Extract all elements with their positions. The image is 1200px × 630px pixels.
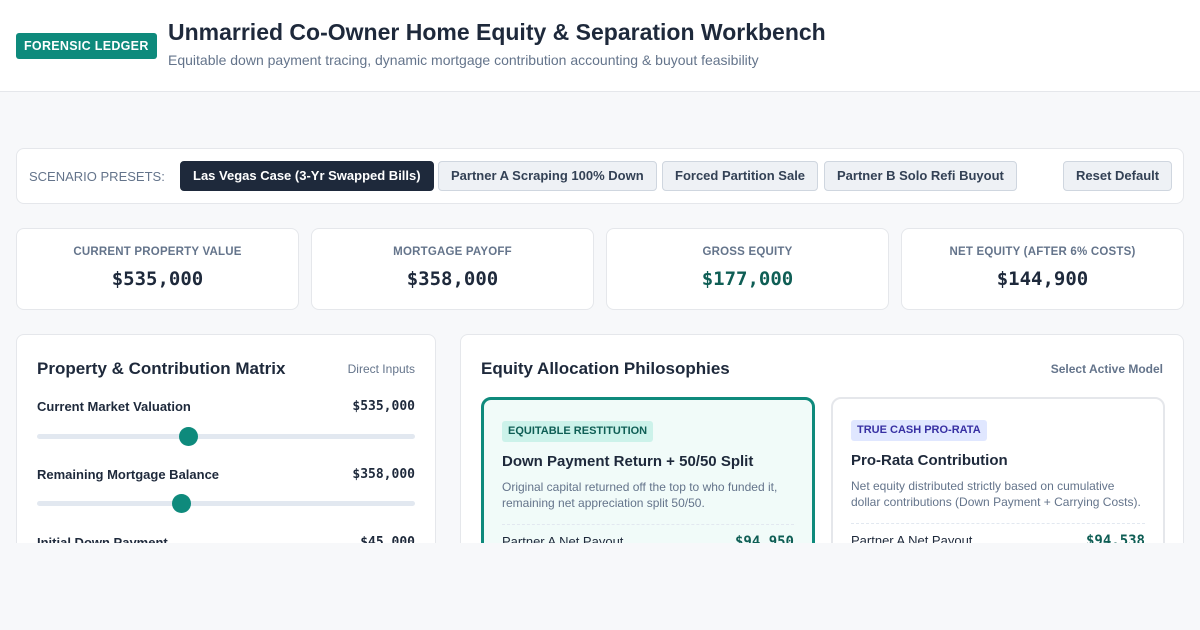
model-badge: TRUE CASH PRO-RATA bbox=[851, 420, 987, 441]
model-name: Pro-Rata Contribution bbox=[851, 452, 1008, 469]
mortgage-balance-slider[interactable] bbox=[37, 494, 415, 513]
select-active-model-label: Select Active Model bbox=[1050, 362, 1163, 376]
market-valuation-value: $535,000 bbox=[352, 399, 415, 414]
market-valuation-label: Current Market Valuation bbox=[37, 399, 191, 414]
metric-label: NET EQUITY (AFTER 6% COSTS) bbox=[949, 246, 1136, 258]
preset-partner-a-down-button[interactable]: Partner A Scraping 100% Down bbox=[438, 161, 657, 191]
brand-badge: FORENSIC LEDGER bbox=[16, 33, 157, 59]
reset-default-button[interactable]: Reset Default bbox=[1063, 161, 1173, 191]
viewport-cutoff bbox=[0, 543, 1200, 630]
metric-label: CURRENT PROPERTY VALUE bbox=[73, 246, 242, 258]
metric-value: $535,000 bbox=[111, 268, 204, 290]
model-description: Original capital returned off the top to… bbox=[502, 480, 778, 510]
scenario-presets-label: SCENARIO PRESETS: bbox=[29, 169, 165, 184]
metric-label: GROSS EQUITY bbox=[702, 246, 793, 258]
divider bbox=[851, 523, 1145, 524]
divider bbox=[502, 524, 794, 525]
preset-partner-b-refi-button[interactable]: Partner B Solo Refi Buyout bbox=[824, 161, 1017, 191]
metric-net-equity: NET EQUITY (AFTER 6% COSTS) $144,900 bbox=[901, 228, 1184, 310]
slider-thumb[interactable] bbox=[179, 427, 199, 446]
panel-title: Equity Allocation Philosophies bbox=[481, 359, 730, 378]
metric-value: $144,900 bbox=[996, 268, 1089, 290]
model-description: Net equity distributed strictly based on… bbox=[851, 479, 1141, 509]
panel-tag: Direct Inputs bbox=[347, 362, 415, 376]
page-title: Unmarried Co-Owner Home Equity & Separat… bbox=[168, 19, 826, 45]
panel-title: Property & Contribution Matrix bbox=[37, 359, 286, 378]
metric-value: $358,000 bbox=[406, 268, 499, 290]
model-name: Down Payment Return + 50/50 Split bbox=[502, 453, 754, 470]
mortgage-balance-value: $358,000 bbox=[352, 467, 415, 482]
scenario-presets-bar: SCENARIO PRESETS: Las Vegas Case (3-Yr S… bbox=[16, 148, 1184, 204]
slider-thumb[interactable] bbox=[171, 494, 191, 513]
model-badge: EQUITABLE RESTITUTION bbox=[502, 421, 654, 442]
preset-forced-partition-button[interactable]: Forced Partition Sale bbox=[662, 161, 819, 191]
metric-value: $177,000 bbox=[701, 268, 794, 290]
metric-gross-equity: GROSS EQUITY $177,000 bbox=[606, 228, 889, 310]
preset-las-vegas-case-button[interactable]: Las Vegas Case (3-Yr Swapped Bills) bbox=[180, 161, 434, 191]
metric-label: MORTGAGE PAYOFF bbox=[393, 246, 512, 258]
metric-mortgage-payoff: MORTGAGE PAYOFF $358,000 bbox=[311, 228, 594, 310]
market-valuation-slider[interactable] bbox=[37, 427, 415, 446]
metric-property-value: CURRENT PROPERTY VALUE $535,000 bbox=[16, 228, 299, 310]
page-subtitle: Equitable down payment tracing, dynamic … bbox=[168, 52, 759, 68]
app-header: FORENSIC LEDGER Unmarried Co-Owner Home … bbox=[0, 0, 1200, 92]
mortgage-balance-label: Remaining Mortgage Balance bbox=[37, 467, 220, 482]
